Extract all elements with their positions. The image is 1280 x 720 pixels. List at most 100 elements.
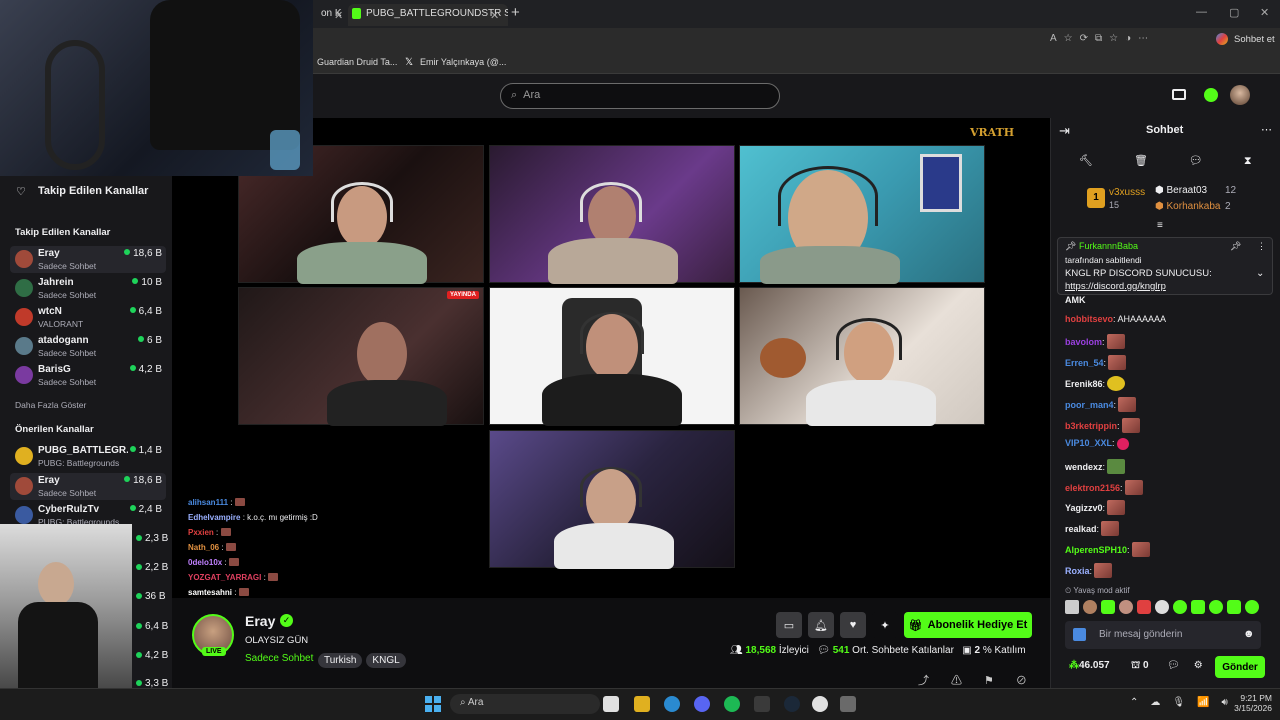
sidebar-item-eray[interactable]: Eray Sadece Sohbet 18,6 B	[10, 246, 166, 273]
terminal-icon[interactable]	[754, 696, 770, 712]
stream-stats: 👥︎ 18,568 İzleyici 💬︎ 541 Ort. Sohbete K…	[730, 645, 1026, 656]
discord-icon[interactable]	[694, 696, 710, 712]
gift-subscription-button[interactable]: 🎁︎ Abonelik Hediye Et	[904, 612, 1032, 638]
kick-logo-icon[interactable]	[1204, 88, 1218, 102]
viewer-count: 2,4 B	[129, 504, 162, 515]
moderation-toolbar[interactable]: 🔨︎🗑︎💬︎⧗	[1079, 154, 1280, 168]
pinned-link[interactable]: https://discord.gg/knglrp	[1065, 281, 1166, 292]
stream-tags: Turkish KNGL	[318, 652, 410, 668]
taskbar-clock[interactable]: 9:21 PM 3/15/2026	[1226, 693, 1272, 713]
notification-button[interactable]: 🔔︎	[808, 612, 834, 638]
pin-icon[interactable]: 📌︎	[1230, 241, 1241, 252]
copilot-icon[interactable]	[1216, 33, 1228, 45]
emote	[1106, 334, 1125, 349]
new-tab-icon[interactable]: +	[511, 4, 520, 26]
avatar	[15, 279, 33, 297]
leader-3[interactable]: ⬢ Korhankaba	[1155, 201, 1220, 212]
pinned-note: tarafından sabitlendi	[1065, 255, 1142, 265]
overlay-chat-line: Pxxien :	[188, 528, 231, 537]
video-player[interactable]: VRATH YAYINDA	[172, 118, 1050, 598]
viewer-count: 2,3 B	[136, 533, 168, 544]
theater-mode-button[interactable]: ▭	[776, 612, 802, 638]
chat-input[interactable]: Bir mesaj gönderin ☻	[1065, 621, 1261, 649]
stream-category[interactable]: Sadece Sohbet	[245, 653, 313, 664]
user-avatar[interactable]	[1230, 85, 1250, 105]
expand-leaderboard-icon[interactable]: ≡	[1157, 220, 1163, 231]
tag-kngl[interactable]: KNGL	[366, 653, 406, 668]
avatar	[15, 308, 33, 326]
chat-message: bavolom:	[1065, 334, 1125, 349]
chat-message: Yagizzv0:	[1065, 500, 1126, 515]
viewers-icon: 👥︎	[730, 645, 743, 656]
pinned-more-icon[interactable]: ⋮	[1257, 241, 1266, 252]
steam-icon[interactable]	[784, 696, 800, 712]
sidebar-item-eray-recommended[interactable]: Eray Sadece Sohbet 18,6 B	[10, 473, 166, 500]
sidebar-item-atadogann[interactable]: atadogann Sadece Sohbet 6 B	[10, 333, 166, 360]
overlay-chat-line: samtesahni :	[188, 588, 249, 597]
task-view-icon[interactable]	[603, 696, 619, 712]
viewer-count: 4,2 B	[136, 650, 168, 661]
sidebar-item-wtcn[interactable]: wtcN VALORANT 6,4 B	[10, 304, 166, 331]
follow-button[interactable]: ♥	[840, 612, 866, 638]
avatar	[15, 250, 33, 268]
leader-2[interactable]: ⬢ Beraat03	[1155, 185, 1207, 196]
emote	[1101, 521, 1120, 536]
show-more-link[interactable]: Daha Fazla Göster	[15, 400, 86, 410]
overlay-chat-line: Nath_06 :	[188, 543, 236, 552]
sidebar-item-barisg[interactable]: BarisG Sadece Sohbet 4,2 B	[10, 362, 166, 389]
channel-name[interactable]: Eray	[245, 613, 275, 629]
obs-icon[interactable]	[812, 696, 828, 712]
channel-points[interactable]: ⁂46.057	[1069, 660, 1110, 671]
edge-icon[interactable]	[664, 696, 680, 712]
tag-turkish[interactable]: Turkish	[318, 653, 363, 668]
browser-tab-2[interactable]: PUBG_BATTLEGROUNDSTR Stream	[348, 4, 508, 26]
emote	[1107, 459, 1126, 474]
chat-message: poor_man4:	[1065, 397, 1137, 412]
rank-badge: 1	[1087, 188, 1105, 208]
sidebar-item-pubg[interactable]: PUBG_BATTLEGR... PUBG: Battlegrounds 1,4…	[10, 443, 166, 470]
windows-start-icon[interactable]	[425, 696, 441, 712]
app-icon[interactable]	[840, 696, 856, 712]
emote	[1131, 542, 1150, 557]
browser-action-icons[interactable]: A☆⟳⧉☆◑⋯	[1050, 33, 1155, 44]
emoji-icon[interactable]: ☻	[1243, 628, 1255, 640]
taskbar-search[interactable]: ⌕ Ara	[450, 694, 600, 714]
sticker-icon[interactable]	[1073, 628, 1086, 641]
collapse-chat-icon[interactable]: ⇥	[1059, 123, 1070, 139]
minimize-icon[interactable]: —	[1196, 6, 1207, 18]
sparkle-button[interactable]: ✦	[872, 612, 898, 638]
chat-panel: ⇥ Sohbet ⋯ 🔨︎🗑︎💬︎⧗ 1 v3xusss 15 ⬢ Beraat…	[1050, 118, 1280, 688]
channel-category: Sadece Sohbet	[38, 488, 97, 498]
viewer-count: 2,2 B	[136, 562, 168, 573]
sidebar-item-jahrein[interactable]: Jahrein Sadece Sohbet 10 B	[10, 275, 166, 302]
viewer-count: 36 B	[136, 591, 166, 602]
close-window-icon[interactable]: ✕	[1260, 6, 1269, 19]
channel-category: VALORANT	[38, 319, 84, 329]
bookmark-1[interactable]: Guardian Druid Ta...	[317, 57, 397, 67]
channel-category: PUBG: Battlegrounds	[38, 458, 120, 468]
camera-tile-7	[489, 430, 735, 569]
chat-message: b3rketrippin:	[1065, 418, 1140, 433]
avatar	[15, 506, 33, 524]
emote	[1121, 418, 1140, 433]
chevron-down-icon[interactable]: ⌄	[1256, 268, 1264, 279]
file-explorer-icon[interactable]	[634, 696, 650, 712]
copilot-button[interactable]: Sohbet et	[1234, 34, 1275, 45]
chat-input-placeholder: Bir mesaj gönderin	[1099, 629, 1183, 640]
player-action-icons[interactable]: ⤴⚠⚑⊘	[918, 672, 1049, 688]
leader-1-name[interactable]: v3xusss	[1109, 187, 1145, 198]
gift-count[interactable]: ⛫ 0	[1131, 660, 1149, 673]
more-options-icon[interactable]: ⋯	[1261, 123, 1272, 136]
send-button[interactable]: Gönder	[1215, 656, 1265, 678]
spotify-icon[interactable]	[724, 696, 740, 712]
avatar	[15, 366, 33, 384]
maximize-icon[interactable]: ▢	[1229, 6, 1239, 19]
search-input[interactable]: ⌕ Ara	[500, 83, 780, 109]
system-tray-icons[interactable]: ⌃☁🎙︎📶🔊︎	[1130, 697, 1240, 708]
chat-settings-icons[interactable]: 💬︎⚙	[1167, 660, 1217, 671]
clips-icon[interactable]	[1172, 89, 1186, 100]
emote-quickbar[interactable]	[1065, 600, 1265, 616]
pinned-message: 📌︎ FurkannnBaba 📌︎ ⋮ tarafından sabitlen…	[1057, 237, 1273, 295]
gift-icon: ⛫	[1131, 660, 1141, 671]
bookmark-2[interactable]: Emir Yalçınkaya (@...	[420, 57, 506, 67]
